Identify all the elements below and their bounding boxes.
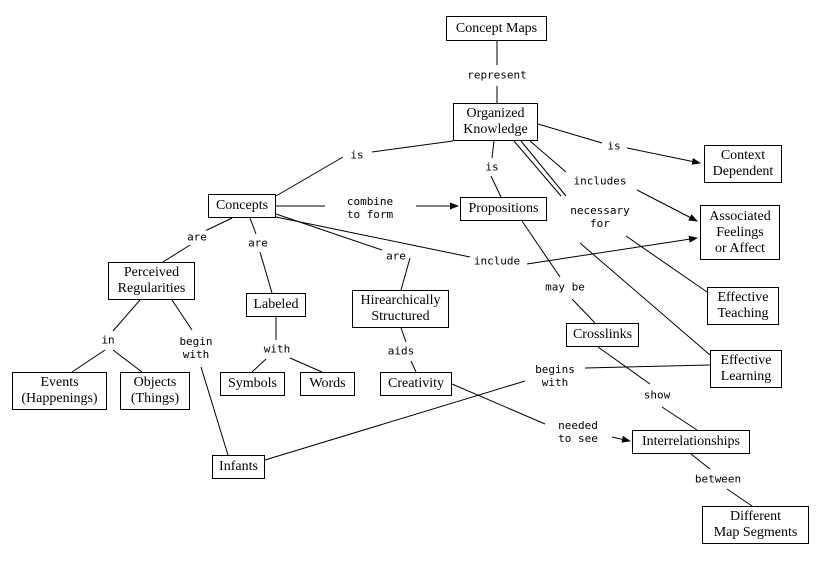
node-hirearchically-structured[interactable]: Hirearchically Structured: [352, 290, 449, 328]
edge-label: begin with: [178, 335, 214, 361]
node-events-happenings[interactable]: Events (Happenings): [12, 372, 107, 410]
edge-label: combine to form: [345, 195, 395, 221]
node-objects-things[interactable]: Objects (Things): [120, 372, 190, 410]
edge-label: represent: [466, 68, 528, 82]
edge-label: includes: [572, 174, 628, 188]
node-words[interactable]: Words: [300, 372, 355, 396]
concept-map-canvas: represent is is is includes necessary for comb…: [0, 0, 824, 572]
node-concepts[interactable]: Concepts: [208, 194, 276, 218]
edge-label: is: [349, 148, 365, 162]
node-symbols[interactable]: Symbols: [220, 372, 285, 396]
node-associated-feelings[interactable]: Associated Feelings or Affect: [700, 205, 780, 260]
edge-label: begins with: [534, 363, 576, 389]
edge-label: needed to see: [557, 419, 599, 445]
edge-label: are: [186, 230, 208, 244]
node-creativity[interactable]: Creativity: [380, 372, 452, 396]
edge-label: may be: [544, 280, 586, 294]
edge-label: with: [262, 342, 292, 356]
node-effective-learning[interactable]: Effective Learning: [710, 350, 782, 388]
node-crosslinks[interactable]: Crosslinks: [566, 323, 639, 347]
edge-propositions-to-crosslinks: [521, 220, 596, 324]
edge-label: necessary for: [569, 204, 631, 230]
edge-labeled-to-words: [289, 357, 323, 373]
node-organized-knowledge[interactable]: Organized Knowledge: [453, 103, 538, 141]
node-interrelationships[interactable]: Interrelationships: [632, 430, 750, 454]
edge-label: are: [385, 249, 407, 263]
edge-label: is: [606, 139, 622, 153]
node-effective-teaching[interactable]: Effective Teaching: [707, 287, 779, 325]
node-perceived-regularities[interactable]: Perceived Regularities: [108, 262, 195, 300]
edge-label: aids: [386, 344, 416, 358]
edge-perceived-regularities-to-objects-things: [112, 349, 143, 373]
node-context-dependent[interactable]: Context Dependent: [704, 145, 782, 183]
edge-label: are: [247, 236, 269, 250]
edge-label: is: [484, 160, 500, 174]
edge-concepts-to-labeled: [249, 217, 273, 294]
node-different-map-segments[interactable]: Different Map Segments: [702, 506, 809, 544]
node-labeled[interactable]: Labeled: [246, 293, 306, 317]
edge-label: include: [472, 254, 522, 268]
node-concept-maps[interactable]: Concept Maps: [446, 16, 547, 41]
node-propositions[interactable]: Propositions: [460, 197, 547, 221]
edge-label: show: [642, 388, 672, 402]
node-infants[interactable]: Infants: [212, 455, 265, 479]
edge-label: in: [100, 333, 116, 347]
edge-creativity-to-interrelationships: [451, 383, 630, 441]
edge-label: between: [693, 472, 743, 486]
